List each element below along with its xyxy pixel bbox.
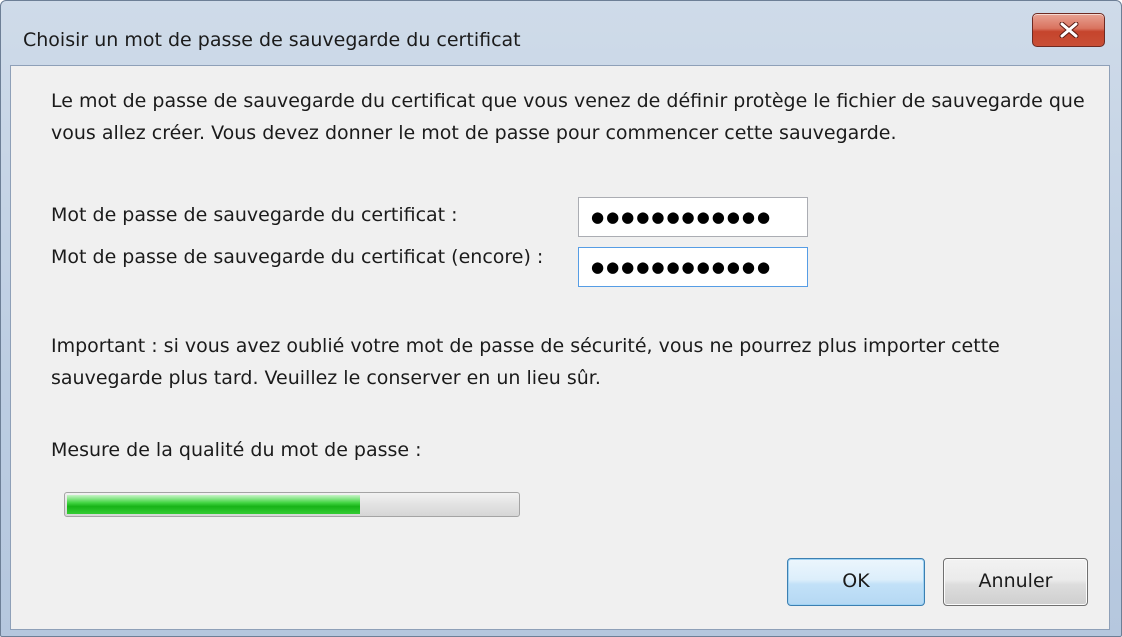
close-icon — [1059, 22, 1079, 38]
ok-button[interactable]: OK — [787, 558, 925, 606]
description-text: Le mot de passe de sauvegarde du certifi… — [51, 90, 1085, 144]
close-button[interactable] — [1032, 13, 1105, 47]
password-confirm-field[interactable] — [578, 247, 808, 287]
password-confirm-label: Mot de passe de sauvegarde du certificat… — [51, 246, 544, 268]
password-field[interactable] — [578, 197, 808, 237]
title-bar[interactable]: Choisir un mot de passe de sauvegarde du… — [1, 1, 1121, 63]
important-text: Important : si vous avez oublié votre mo… — [51, 335, 1000, 389]
password-quality-meter — [64, 492, 520, 517]
window-title: Choisir un mot de passe de sauvegarde du… — [23, 29, 521, 51]
dialog-body: Le mot de passe de sauvegarde du certifi… — [10, 65, 1110, 630]
password-quality-fill — [67, 495, 360, 514]
cancel-button[interactable]: Annuler — [943, 558, 1088, 606]
quality-label: Mesure de la qualité du mot de passe : — [51, 439, 422, 461]
dialog-window: Choisir un mot de passe de sauvegarde du… — [0, 0, 1122, 637]
password-label: Mot de passe de sauvegarde du certificat… — [51, 204, 458, 226]
